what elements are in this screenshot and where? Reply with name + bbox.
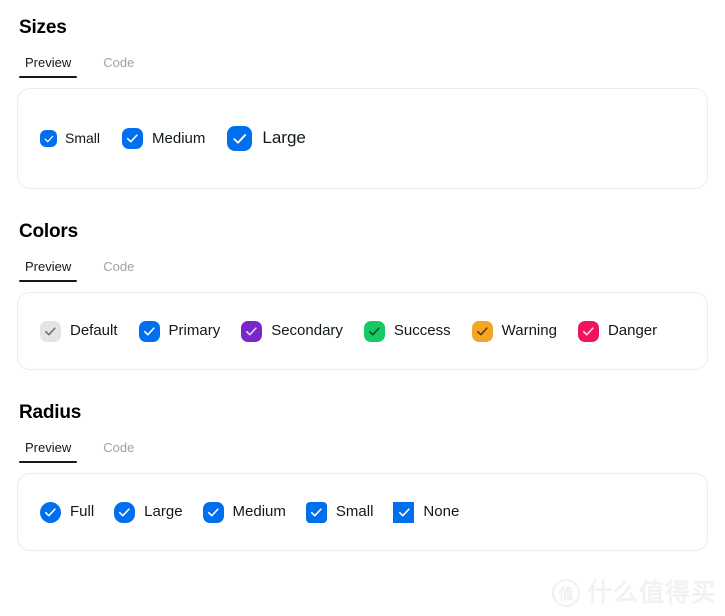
checkbox-medium[interactable]: Medium bbox=[122, 128, 205, 149]
section-sizes: Sizes Preview Code Small Medium Large bbox=[17, 0, 708, 189]
section-colors: Colors Preview Code Default Primary Second… bbox=[17, 189, 708, 370]
checkbox-group-radius: Full Large Medium Small None bbox=[40, 501, 460, 523]
checkbox-label: None bbox=[423, 503, 460, 520]
tab-code-colors[interactable]: Code bbox=[97, 259, 140, 282]
page-title-colors: Colors bbox=[19, 221, 78, 242]
tab-code-sizes[interactable]: Code bbox=[97, 55, 140, 78]
checkbox-label: Medium bbox=[232, 503, 286, 520]
checkmark-icon bbox=[471, 320, 493, 342]
watermark-text: 什么值得买 bbox=[586, 578, 717, 607]
checkbox-none[interactable]: None bbox=[393, 501, 460, 523]
checkmark-icon bbox=[393, 501, 415, 523]
preview-card-colors: Default Primary Secondary Success Warning Dan… bbox=[17, 292, 708, 370]
section-radius: Radius Preview Code Full Large Medium Small… bbox=[17, 370, 708, 551]
checkbox-small[interactable]: Small bbox=[40, 130, 100, 147]
checkbox-label: Small bbox=[65, 130, 101, 147]
checkbox-warning[interactable]: Warning bbox=[471, 320, 557, 342]
checkmark-icon bbox=[122, 128, 144, 149]
checkmark-icon bbox=[40, 501, 61, 523]
tab-preview-sizes[interactable]: Preview bbox=[19, 55, 78, 78]
checkmark-icon bbox=[138, 320, 160, 342]
watermark-logo-icon: 值 bbox=[551, 579, 580, 607]
preview-card-radius: Full Large Medium Small None bbox=[17, 473, 708, 551]
checkbox-label: Primary bbox=[168, 322, 221, 339]
checkbox-label: Large bbox=[144, 503, 183, 520]
checkbox-label: Large bbox=[262, 128, 306, 148]
checkmark-icon bbox=[40, 130, 57, 147]
checkmark-icon bbox=[40, 320, 61, 342]
tab-preview-radius[interactable]: Preview bbox=[19, 440, 78, 463]
checkbox-primary[interactable]: Primary bbox=[138, 320, 221, 342]
checkbox-danger[interactable]: Danger bbox=[577, 320, 658, 342]
checkbox-group-colors: Default Primary Secondary Success Warning Dan… bbox=[40, 320, 658, 342]
checkbox-label: Danger bbox=[607, 322, 658, 339]
checkbox-label: Medium bbox=[152, 129, 206, 147]
checkbox-large[interactable]: Large bbox=[114, 501, 183, 523]
preview-card-sizes: Small Medium Large bbox=[17, 88, 708, 189]
tab-preview-colors[interactable]: Preview bbox=[19, 259, 78, 282]
checkmark-icon bbox=[114, 501, 136, 523]
checkbox-label: Small bbox=[335, 503, 374, 520]
tablist-radius: Preview Code bbox=[17, 440, 708, 463]
checkmark-icon bbox=[577, 320, 599, 342]
checkbox-default[interactable]: Default bbox=[40, 320, 118, 342]
page-title-radius: Radius bbox=[19, 402, 82, 423]
checkbox-small[interactable]: Small bbox=[305, 501, 374, 523]
checkbox-docs-page: Sizes Preview Code Small Medium Large Colo… bbox=[0, 0, 725, 616]
checkbox-label: Default bbox=[70, 322, 118, 339]
checkmark-icon bbox=[305, 501, 327, 523]
checkmark-icon bbox=[202, 501, 224, 523]
checkbox-group-sizes: Small Medium Large bbox=[40, 126, 306, 151]
checkbox-label: Secondary bbox=[271, 322, 343, 339]
checkbox-secondary[interactable]: Secondary bbox=[241, 320, 343, 342]
watermark: 值 什么值得买 bbox=[551, 578, 717, 607]
checkmark-icon bbox=[363, 320, 385, 342]
checkbox-medium[interactable]: Medium bbox=[202, 501, 286, 523]
checkbox-label: Full bbox=[70, 503, 95, 520]
checkmark-icon bbox=[241, 320, 263, 342]
page-title-sizes: Sizes bbox=[19, 17, 67, 38]
checkbox-success[interactable]: Success bbox=[363, 320, 451, 342]
tablist-sizes: Preview Code bbox=[17, 55, 708, 78]
checkbox-label: Warning bbox=[501, 322, 557, 339]
tablist-colors: Preview Code bbox=[17, 259, 708, 282]
checkbox-full[interactable]: Full bbox=[40, 501, 95, 523]
checkmark-icon bbox=[227, 126, 253, 151]
checkbox-label: Success bbox=[393, 322, 451, 339]
checkbox-large[interactable]: Large bbox=[227, 126, 306, 151]
tab-code-radius[interactable]: Code bbox=[97, 440, 140, 463]
